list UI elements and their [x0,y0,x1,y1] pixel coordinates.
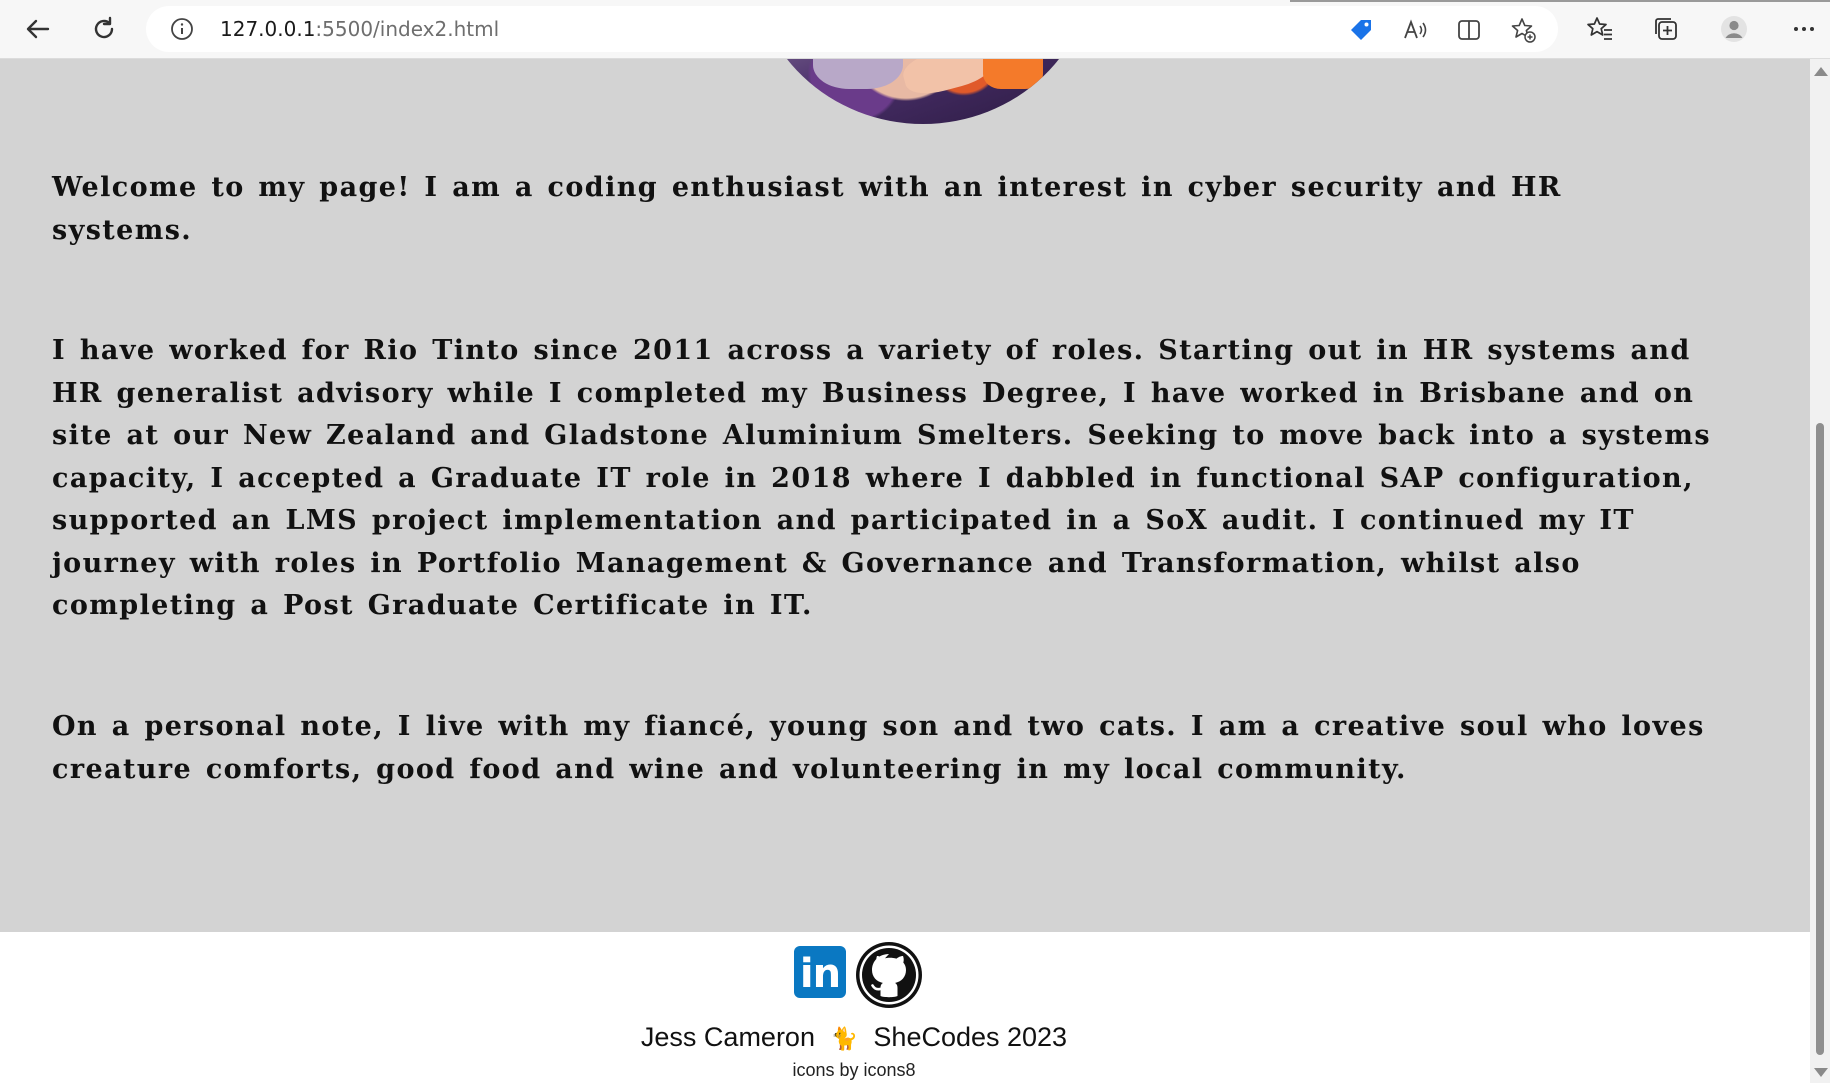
page-viewport: Welcome to my page! I am a coding enthus… [0,59,1810,1083]
collections-button[interactable] [1646,9,1686,49]
more-icon [1794,27,1814,31]
read-aloud-icon[interactable] [1402,17,1428,43]
tab-strip-edge [1290,0,1830,2]
url-text[interactable]: 127.0.0.1:5500/index2.html [220,6,499,52]
star-plus-icon[interactable] [1510,17,1536,43]
photo-detail [983,59,1043,89]
cat-emoji: 🐈 [830,1026,858,1051]
scrollbar-thumb[interactable] [1816,423,1824,1055]
url-host: 127.0.0.1 [220,17,316,41]
profile-icon [1721,16,1747,42]
vertical-scrollbar[interactable] [1810,59,1830,1083]
org-credit: SheCodes 2023 [873,1022,1068,1052]
personal-paragraph: On a personal note, I live with my fianc… [52,711,1705,785]
photo-detail [813,59,903,89]
profile-button[interactable] [1714,9,1754,49]
address-bar[interactable]: 127.0.0.1:5500/index2.html [146,6,1558,52]
career-paragraph: I have worked for Rio Tinto since 2011 a… [52,335,1711,621]
favorites-icon [1587,17,1612,40]
linkedin-icon: in [799,951,841,997]
refresh-icon [94,16,114,39]
about-section: Welcome to my page! I am a coding enthus… [0,59,1810,932]
github-icon[interactable] [856,942,922,1008]
back-button[interactable] [18,9,58,49]
tag-icon[interactable] [1348,17,1374,43]
page-footer: in Jess Cameron 🐈 SheCodes 2023 icons by… [0,932,1810,1083]
info-icon[interactable] [170,17,194,41]
menu-button[interactable] [1784,9,1824,49]
author-name: Jess Cameron [640,1022,815,1052]
browser-toolbar: 127.0.0.1:5500/index2.html [0,0,1830,59]
collections-icon [1655,18,1677,40]
scroll-down-arrow[interactable] [1814,1068,1828,1077]
footer-credit: Jess Cameron 🐈 SheCodes 2023 [0,1022,1708,1053]
linkedin-link[interactable]: in [794,946,846,998]
back-arrow-icon [26,19,50,39]
favorites-button[interactable] [1580,9,1620,49]
icons-credit-link[interactable]: icons by icons8 [0,1060,1708,1081]
intro-paragraph: Welcome to my page! I am a coding enthus… [52,172,1562,246]
social-links: in [794,942,934,1008]
url-path: :5500/index2.html [315,17,500,41]
profile-photo [753,59,1093,124]
scroll-up-arrow[interactable] [1814,67,1828,76]
refresh-button[interactable] [84,9,124,49]
split-screen-icon[interactable] [1456,17,1482,43]
